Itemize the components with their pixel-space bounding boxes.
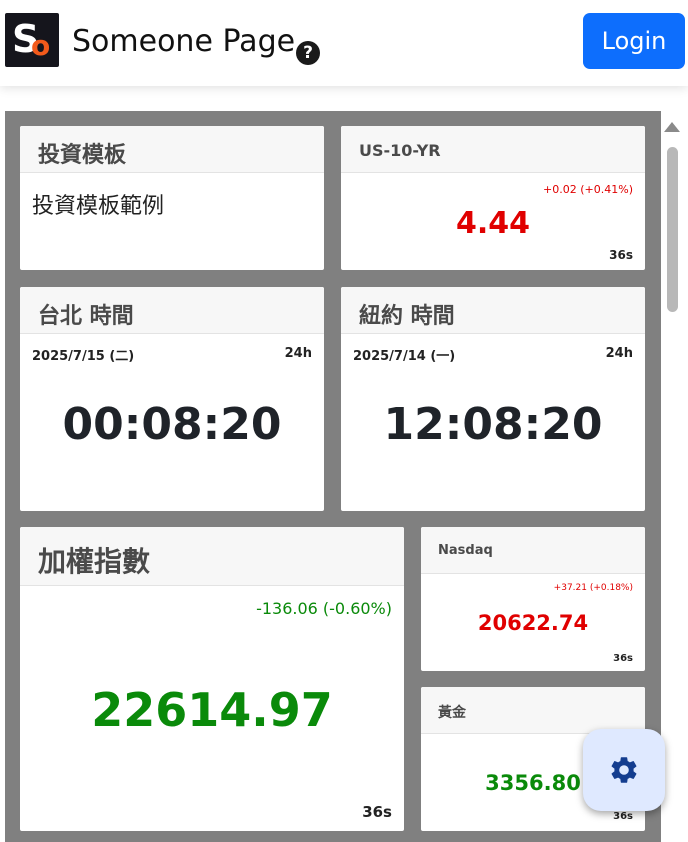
- card-newyork-time[interactable]: 紐約 時間 2025/7/14 (一) 24h 12:08:20: [341, 287, 645, 511]
- clock-time: 12:08:20: [383, 399, 603, 450]
- card-header: US-10-YR: [341, 126, 645, 173]
- price-value: 4.44: [455, 206, 531, 241]
- scrollbar-thumb[interactable]: [667, 147, 678, 312]
- card-nasdaq[interactable]: Nasdaq +37.21 (+0.18%) 20622.74 36s: [421, 527, 645, 671]
- card-title: 紐約 時間: [359, 304, 455, 329]
- clock-time: 00:08:20: [62, 399, 282, 450]
- card-us10yr[interactable]: US-10-YR +0.02 (+0.41%) 4.44 36s: [341, 126, 645, 270]
- clock-format: 24h: [284, 346, 312, 361]
- card-header: Nasdaq: [421, 527, 645, 574]
- price-value: 20622.74: [477, 611, 589, 635]
- price-change: +37.21 (+0.18%): [553, 583, 633, 593]
- card-template[interactable]: 投資模板 投資模板範例: [20, 126, 324, 270]
- update-age: 36s: [362, 803, 392, 821]
- card-title: 加權指數: [38, 545, 151, 578]
- logo-letter-o: o: [31, 29, 51, 62]
- price-value: 22614.97: [91, 683, 333, 737]
- gear-icon: [611, 757, 637, 783]
- card-header: 紐約 時間: [341, 287, 645, 334]
- card-header: 加權指數: [20, 527, 404, 586]
- card-title: US-10-YR: [359, 141, 441, 160]
- card-taiex[interactable]: 加權指數 -136.06 (-0.60%) 22614.97 36s: [20, 527, 404, 831]
- card-title: Nasdaq: [438, 543, 493, 558]
- page-title: Someone Page: [72, 24, 296, 59]
- card-taipei-time[interactable]: 台北 時間 2025/7/15 (二) 24h 00:08:20: [20, 287, 324, 511]
- clock-format: 24h: [605, 346, 633, 361]
- scroll-up-arrow[interactable]: [664, 122, 680, 132]
- price-change: +0.02 (+0.41%): [543, 183, 633, 196]
- card-header: 投資模板: [20, 126, 324, 173]
- settings-button[interactable]: [583, 729, 665, 811]
- clock-date: 2025/7/14 (一): [353, 349, 456, 364]
- card-header: 黃金: [421, 687, 645, 734]
- card-title: 黃金: [438, 705, 466, 721]
- card-title: 投資模板: [38, 143, 127, 168]
- card-title: 台北 時間: [38, 304, 134, 329]
- clock-date: 2025/7/15 (二): [32, 349, 135, 364]
- update-age: 36s: [609, 248, 633, 262]
- card-body-text: 投資模板範例: [32, 194, 165, 219]
- price-change: -136.06 (-0.60%): [256, 599, 392, 618]
- logo[interactable]: S o: [5, 13, 59, 67]
- update-age: 36s: [613, 811, 633, 822]
- login-button[interactable]: Login: [583, 13, 685, 69]
- question-circle-icon[interactable]: ?: [296, 41, 320, 65]
- widget-board: 投資模板 投資模板範例 US-10-YR +0.02 (+0.41%) 4.44…: [5, 111, 661, 842]
- top-navbar: S o Someone Page ? Login: [0, 0, 688, 86]
- card-header: 台北 時間: [20, 287, 324, 334]
- update-age: 36s: [613, 653, 633, 664]
